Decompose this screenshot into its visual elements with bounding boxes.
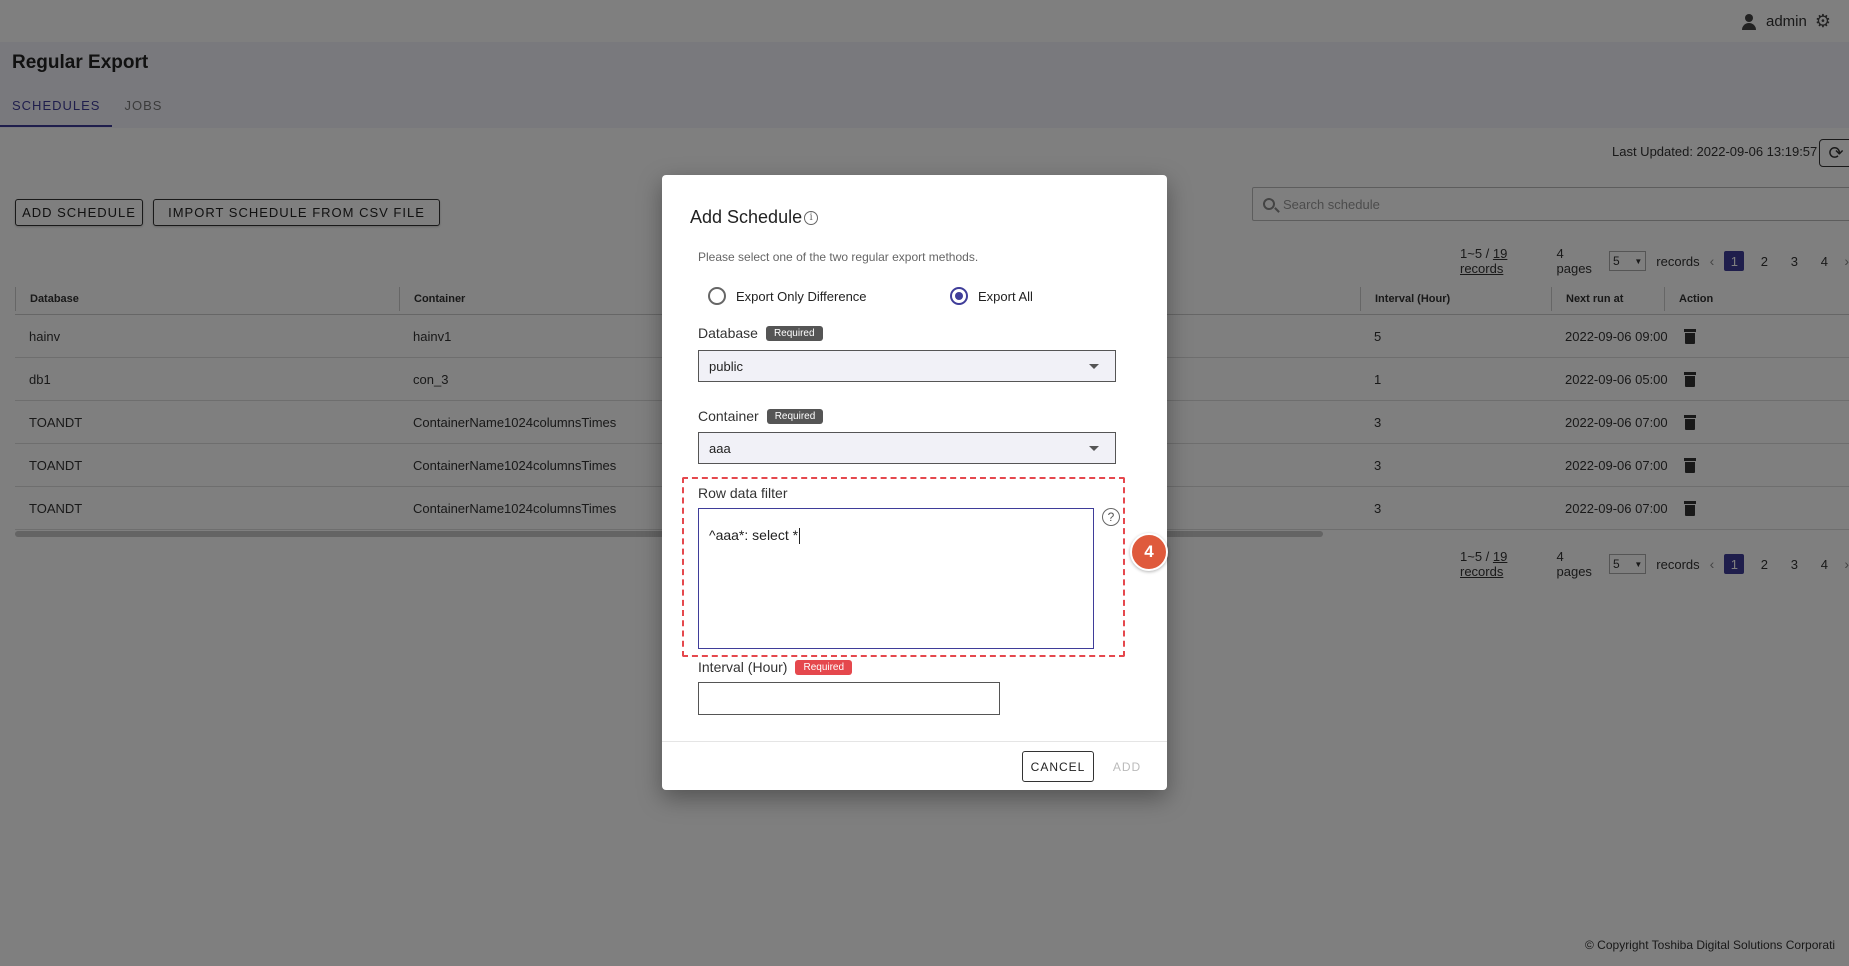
dialog-title-text: Add Schedule	[690, 207, 803, 227]
chevron-down-icon	[1089, 364, 1099, 369]
container-label-text: Container	[698, 408, 759, 424]
radio-label: Export All	[978, 288, 1033, 304]
radio-circle[interactable]	[708, 287, 726, 305]
required-badge: Required	[766, 408, 824, 424]
database-label: Database Required	[698, 325, 823, 341]
row-data-filter-label: Row data filter	[698, 485, 788, 501]
row-data-filter-highlight: Row data filter ^aaa*: select * ?	[682, 477, 1125, 657]
radio-circle-checked[interactable]	[950, 287, 968, 305]
container-select[interactable]: aaa	[698, 432, 1116, 464]
cancel-button[interactable]: CANCEL	[1022, 751, 1094, 782]
info-icon[interactable]: i	[804, 210, 819, 225]
container-value: aaa	[709, 440, 731, 456]
dialog-description: Please select one of the two regular exp…	[698, 250, 979, 264]
required-badge: Required	[765, 325, 823, 341]
row-data-filter-textarea[interactable]: ^aaa*: select *	[698, 508, 1094, 649]
text-cursor	[799, 528, 801, 545]
radio-label: Export Only Difference	[736, 288, 867, 304]
add-schedule-dialog: Add Schedule i Please select one of the …	[662, 175, 1168, 790]
add-button[interactable]: ADD	[1102, 751, 1152, 782]
radio-export-all[interactable]: Export All	[950, 287, 1033, 305]
required-badge: Required	[795, 659, 853, 675]
dialog-title: Add Schedule i	[690, 207, 819, 228]
filter-text: ^aaa*: select *	[709, 527, 799, 543]
help-icon[interactable]: ?	[1102, 508, 1120, 526]
database-select[interactable]: public	[698, 350, 1116, 382]
container-label: Container Required	[698, 408, 824, 424]
interval-input[interactable]	[698, 682, 1000, 715]
radio-export-only-difference[interactable]: Export Only Difference	[708, 287, 867, 305]
database-label-text: Database	[698, 325, 758, 341]
step-number-badge: 4	[1130, 533, 1168, 571]
database-value: public	[709, 358, 743, 374]
interval-label: Interval (Hour) Required	[698, 659, 853, 675]
interval-label-text: Interval (Hour)	[698, 659, 788, 675]
dialog-divider	[662, 741, 1167, 742]
chevron-down-icon	[1089, 446, 1099, 451]
